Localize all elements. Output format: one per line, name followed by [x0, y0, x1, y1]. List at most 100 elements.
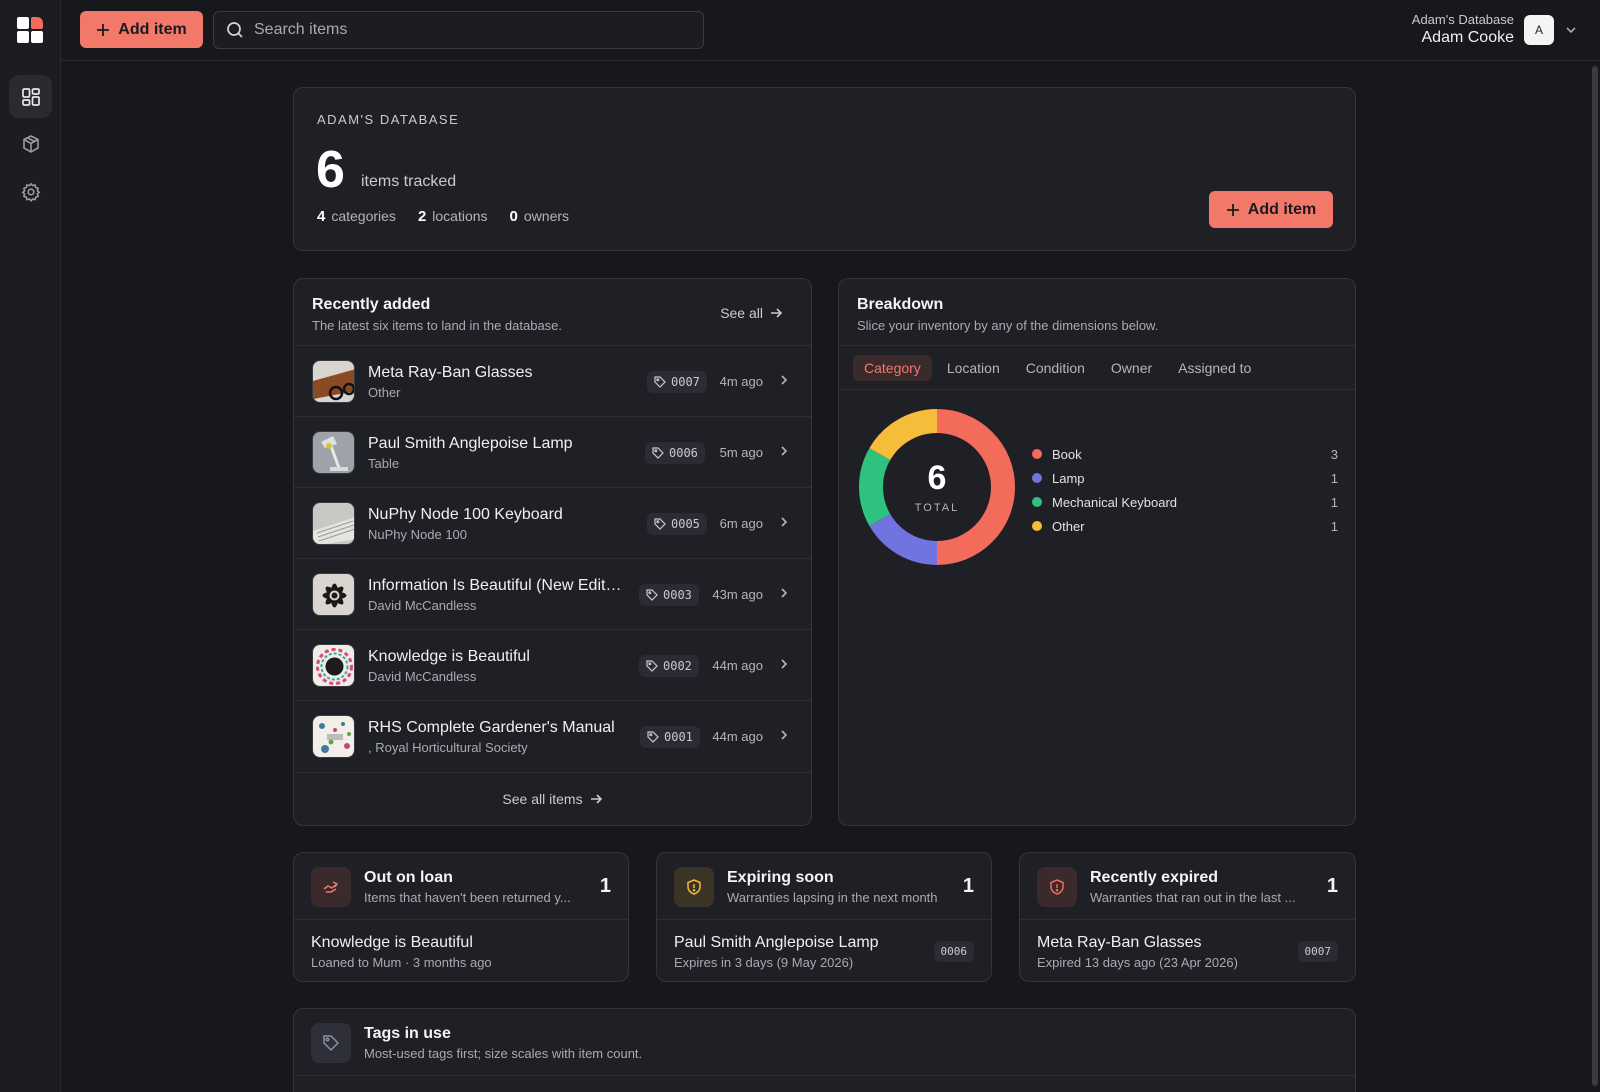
see-all-link[interactable]: See all [720, 305, 783, 321]
tab-owner[interactable]: Owner [1100, 355, 1163, 381]
legend-count: 3 [1330, 446, 1338, 462]
expiring-soon-card[interactable]: Expiring soon Warranties lapsing in the … [656, 852, 992, 982]
tab-assigned-to[interactable]: Assigned to [1167, 355, 1262, 381]
stat-owners: 0 owners [509, 208, 570, 225]
scrollbar[interactable] [1592, 62, 1598, 1092]
stat-locations: 2 locations [417, 208, 488, 225]
legend-swatch [1032, 449, 1042, 459]
out-on-loan-card[interactable]: Out on loan Items that haven't been retu… [293, 852, 629, 982]
tag-icon [646, 660, 658, 672]
tab-condition[interactable]: Condition [1015, 355, 1096, 381]
item-title: Information Is Beautiful (New Editi... [368, 577, 622, 594]
item-thumbnail [312, 715, 355, 758]
tab-location[interactable]: Location [936, 355, 1011, 381]
item-subtitle: NuPhy Node 100 [368, 527, 468, 542]
shield-warning-icon [674, 867, 714, 907]
chevron-right-icon [781, 659, 788, 669]
legend-label: Mechanical Keyboard [1052, 494, 1178, 510]
recent-subtitle: The latest six items to land in the data… [312, 318, 563, 333]
summary-card: ADAM'S DATABASE 6 items tracked 4 categor… [293, 87, 1356, 251]
item-title: NuPhy Node 100 Keyboard [368, 506, 563, 523]
tag-icon [647, 731, 659, 743]
item-time: 5m ago [719, 445, 763, 460]
tags-subtitle: Most-used tags first; size scales with i… [364, 1046, 643, 1061]
search-box[interactable] [213, 11, 704, 49]
add-item-button[interactable]: Add item [80, 11, 203, 48]
dashboard-icon[interactable] [9, 75, 52, 118]
divider [294, 1075, 1355, 1076]
items-count: 6 [316, 141, 345, 199]
item-tag-label: 0006 [669, 446, 698, 460]
app-logo[interactable] [17, 17, 44, 44]
expiring-subtitle: Warranties lapsing in the next month [727, 890, 938, 905]
breakdown-tabs: Category Location Condition Owner Assign… [839, 345, 1355, 390]
box-icon[interactable] [9, 122, 52, 165]
tag-icon [652, 447, 664, 459]
legend-swatch [1032, 473, 1042, 483]
list-item[interactable]: Information Is Beautiful (New Editi... D… [294, 558, 811, 629]
search-input[interactable] [254, 21, 674, 39]
loan-icon [311, 867, 351, 907]
breakdown-title: Breakdown [857, 296, 944, 313]
expiring-entry[interactable]: Paul Smith Anglepoise Lamp Expires in 3 … [657, 919, 991, 981]
item-thumbnail [312, 502, 355, 545]
user-menu[interactable]: Adam's Database Adam Cooke A [1412, 12, 1578, 47]
item-title: Paul Smith Anglepoise Lamp [368, 435, 573, 452]
loan-subtitle: Items that haven't been returned y... [364, 890, 571, 905]
item-subtitle: David McCandless [368, 598, 477, 613]
tag-icon [311, 1023, 351, 1063]
arrow-right-icon [590, 794, 602, 804]
recent-title: Recently added [312, 296, 431, 313]
list-item[interactable]: Knowledge is Beautiful David McCandless … [294, 629, 811, 700]
item-thumbnail [312, 644, 355, 687]
chevron-right-icon [781, 730, 788, 740]
recently-added-card: Recently added The latest six items to l… [293, 278, 812, 826]
item-tag: 0007 [647, 371, 707, 393]
legend-item[interactable]: Mechanical Keyboard 1 [1032, 490, 1338, 514]
donut-chart: 6 TOTAL [859, 409, 1015, 565]
tag-icon [654, 376, 666, 388]
stat-categories: 4 categories [317, 208, 396, 225]
see-all-items-label: See all items [502, 791, 583, 807]
chevron-right-icon [781, 446, 788, 456]
item-tag-label: 0005 [671, 517, 700, 531]
item-thumbnail [312, 573, 355, 616]
expiring-item-title: Paul Smith Anglepoise Lamp [674, 934, 879, 951]
expiring-title: Expiring soon [727, 869, 834, 886]
legend-item[interactable]: Lamp 1 [1032, 466, 1338, 490]
item-title: Knowledge is Beautiful [368, 648, 530, 665]
expired-entry[interactable]: Meta Ray-Ban Glasses Expired 13 days ago… [1020, 919, 1355, 981]
item-time: 44m ago [712, 658, 763, 673]
item-tag-label: 0007 [671, 375, 700, 389]
legend-swatch [1032, 521, 1042, 531]
legend-item[interactable]: Book 3 [1032, 442, 1338, 466]
expired-item-title: Meta Ray-Ban Glasses [1037, 934, 1202, 951]
donut-slice-mechanical-keyboard[interactable] [859, 448, 891, 526]
scrollbar-thumb[interactable] [1592, 66, 1598, 1086]
avatar[interactable]: A [1524, 14, 1554, 45]
item-tag-label: 0003 [663, 588, 692, 602]
loan-entry[interactable]: Knowledge is Beautiful Loaned to Mum · 3… [294, 919, 628, 981]
breakdown-card: Breakdown Slice your inventory by any of… [838, 278, 1356, 826]
see-all-label: See all [720, 305, 763, 321]
list-item[interactable]: NuPhy Node 100 Keyboard NuPhy Node 100 0… [294, 487, 811, 558]
list-item[interactable]: RHS Complete Gardener's Manual , Royal H… [294, 700, 811, 771]
legend-item[interactable]: Other 1 [1032, 514, 1338, 538]
item-title: RHS Complete Gardener's Manual [368, 719, 615, 736]
gear-icon[interactable] [9, 170, 52, 213]
chevron-down-icon[interactable] [1564, 23, 1578, 37]
tab-category[interactable]: Category [853, 354, 932, 381]
donut-slice-book[interactable] [936, 409, 1015, 565]
list-item[interactable]: Meta Ray-Ban Glasses Other 0007 4m ago [294, 345, 811, 416]
recently-expired-card[interactable]: Recently expired Warranties that ran out… [1019, 852, 1356, 982]
donut-slice-lamp[interactable] [869, 513, 938, 565]
hero-add-item-button[interactable]: Add item [1209, 191, 1333, 228]
donut-slice-other[interactable] [869, 409, 938, 461]
recent-list: Meta Ray-Ban Glasses Other 0007 4m ago P… [294, 345, 811, 771]
see-all-items-link[interactable]: See all items [294, 772, 811, 825]
list-item[interactable]: Paul Smith Anglepoise Lamp Table 0006 5m… [294, 416, 811, 487]
item-subtitle: Other [368, 385, 401, 400]
plus-icon [97, 23, 110, 36]
legend-label: Other [1052, 518, 1085, 534]
donut-total-label: TOTAL [915, 502, 959, 514]
